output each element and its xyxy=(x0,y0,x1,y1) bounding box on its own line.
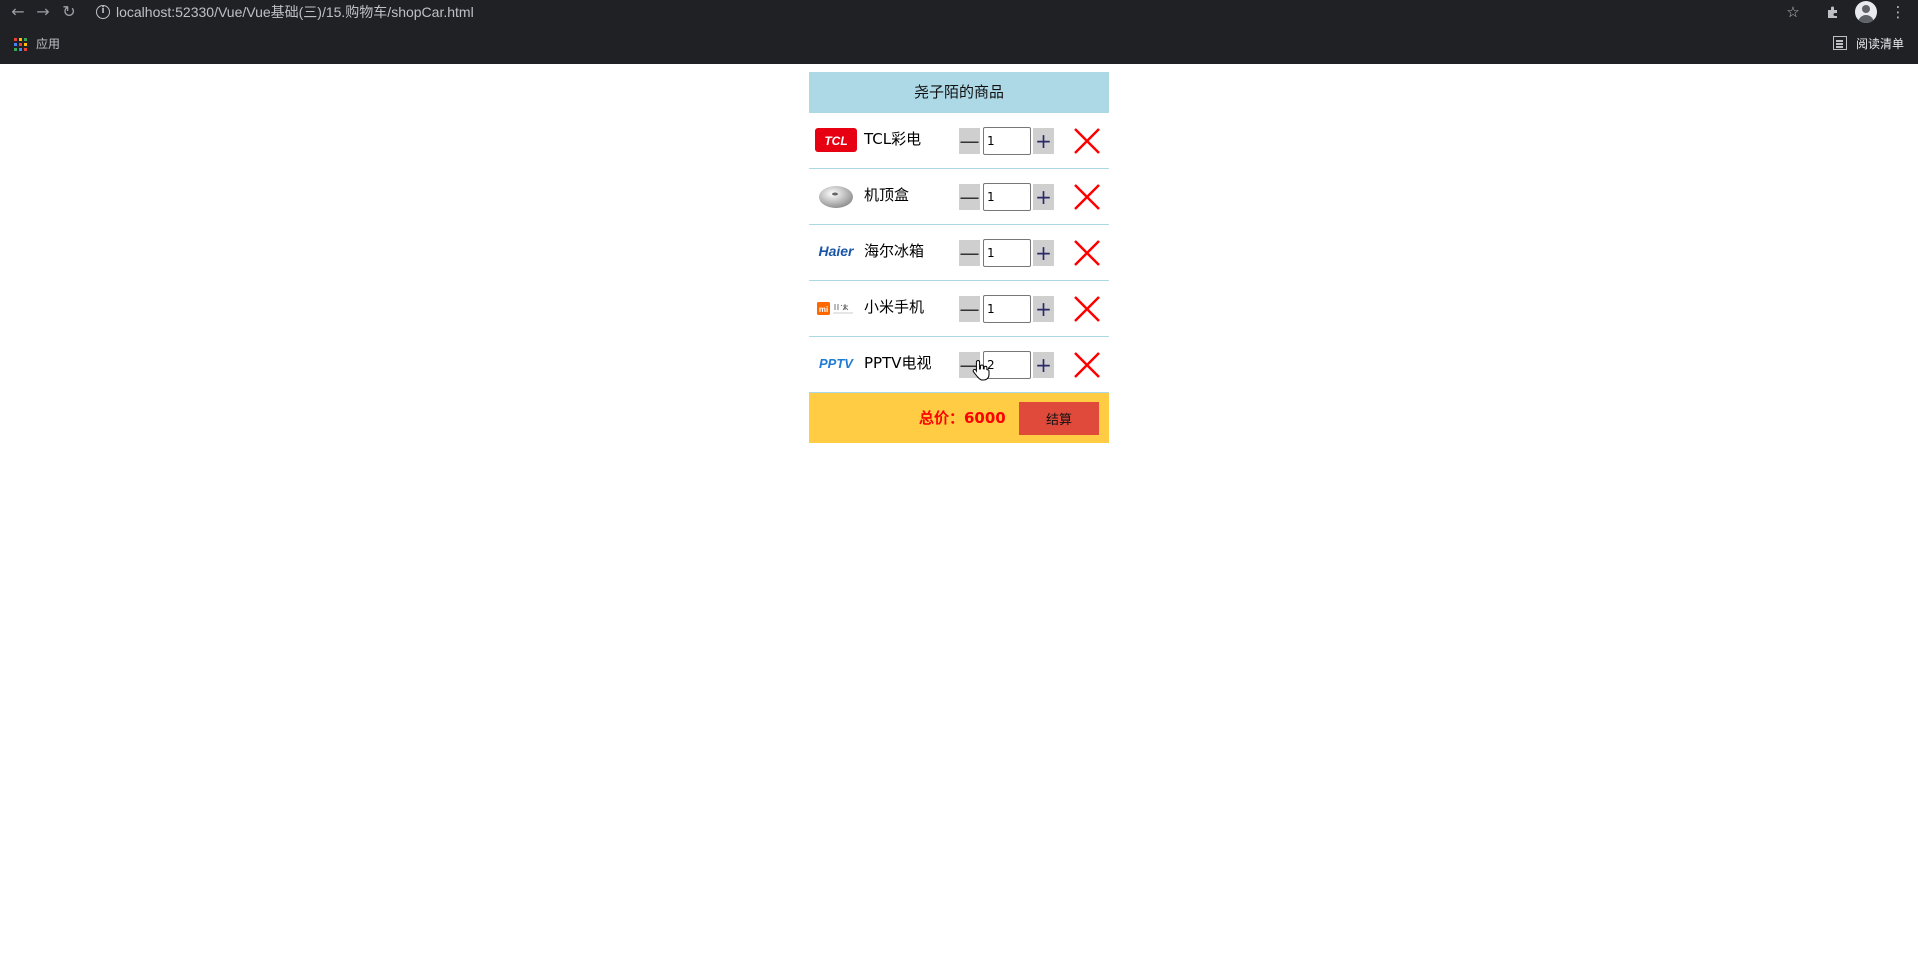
bookmark-star-icon[interactable]: ☆ xyxy=(1783,2,1803,22)
item-name: 海尔冰箱 xyxy=(864,242,925,260)
extensions-icon[interactable] xyxy=(1823,2,1843,22)
delete-icon[interactable] xyxy=(1073,127,1101,155)
item-name: 机顶盒 xyxy=(864,186,910,204)
delete-icon[interactable] xyxy=(1073,295,1101,323)
cart-item: 机顶盒 — + xyxy=(809,169,1109,225)
total-price: 总价：6000 xyxy=(919,409,1006,427)
cart-footer: 总价：6000 结算 xyxy=(809,393,1109,443)
browser-toolbar: ← → ↻ i localhost:52330/Vue/Vue基础(三)/15.… xyxy=(0,0,1918,24)
delete-icon[interactable] xyxy=(1073,239,1101,267)
quantity-input[interactable] xyxy=(983,239,1031,267)
cart-title: 尧子陌的商品 xyxy=(809,72,1109,113)
menu-kebab-icon[interactable]: ⋮ xyxy=(1888,2,1908,22)
cart-item: mi 小米手机 — + xyxy=(809,281,1109,337)
checkout-button[interactable]: 结算 xyxy=(1019,402,1099,435)
svg-text:PPTV: PPTV xyxy=(819,356,854,371)
delete-icon[interactable] xyxy=(1073,351,1101,379)
increase-button[interactable]: + xyxy=(1033,184,1054,210)
cart-item: Haier 海尔冰箱 — + xyxy=(809,225,1109,281)
pptv-logo: PPTV xyxy=(819,356,854,371)
tcl-logo: TCL xyxy=(815,128,857,152)
xiaomi-logo: mi xyxy=(817,302,853,315)
quantity-input[interactable] xyxy=(983,127,1031,155)
bookmarks-bar: 应用 阅读清单 xyxy=(0,24,1918,64)
increase-button[interactable]: + xyxy=(1033,240,1054,266)
apps-label[interactable]: 应用 xyxy=(36,35,60,52)
decrease-button[interactable]: — xyxy=(959,128,980,154)
item-name: PPTV电视 xyxy=(864,354,932,372)
svg-text:Haier: Haier xyxy=(818,243,855,259)
increase-button[interactable]: + xyxy=(1033,352,1054,378)
decrease-button[interactable]: — xyxy=(959,296,980,322)
profile-avatar[interactable] xyxy=(1855,1,1877,23)
cart-item: TCL TCL彩电 — + xyxy=(809,113,1109,169)
address-bar[interactable]: localhost:52330/Vue/Vue基础(三)/15.购物车/shop… xyxy=(116,3,474,21)
decrease-button[interactable]: — xyxy=(959,240,980,266)
quantity-input[interactable] xyxy=(983,295,1031,323)
item-name: TCL彩电 xyxy=(864,130,922,148)
shopping-cart: 尧子陌的商品 TCL TCL彩电 — + 机顶盒 — + Haier xyxy=(809,72,1109,443)
reading-list-label[interactable]: 阅读清单 xyxy=(1856,35,1904,52)
svg-text:mi: mi xyxy=(819,305,828,314)
set-top-box-image xyxy=(819,186,853,208)
reading-list-icon[interactable] xyxy=(1833,36,1847,50)
increase-button[interactable]: + xyxy=(1033,296,1054,322)
delete-icon[interactable] xyxy=(1073,183,1101,211)
quantity-input[interactable] xyxy=(983,351,1031,379)
quantity-input[interactable] xyxy=(983,183,1031,211)
site-info-icon[interactable]: i xyxy=(96,5,110,19)
hand-cursor-icon xyxy=(972,359,990,381)
apps-grid-icon[interactable] xyxy=(14,38,27,51)
item-name: 小米手机 xyxy=(864,298,925,316)
haier-logo: Haier xyxy=(818,243,855,259)
increase-button[interactable]: + xyxy=(1033,128,1054,154)
reload-icon[interactable]: ↻ xyxy=(59,2,79,22)
forward-icon[interactable]: → xyxy=(33,2,53,22)
back-icon[interactable]: ← xyxy=(8,2,28,22)
decrease-button[interactable]: — xyxy=(959,184,980,210)
cart-item: PPTV PPTV电视 — + xyxy=(809,337,1109,393)
svg-text:TCL: TCL xyxy=(824,134,847,148)
